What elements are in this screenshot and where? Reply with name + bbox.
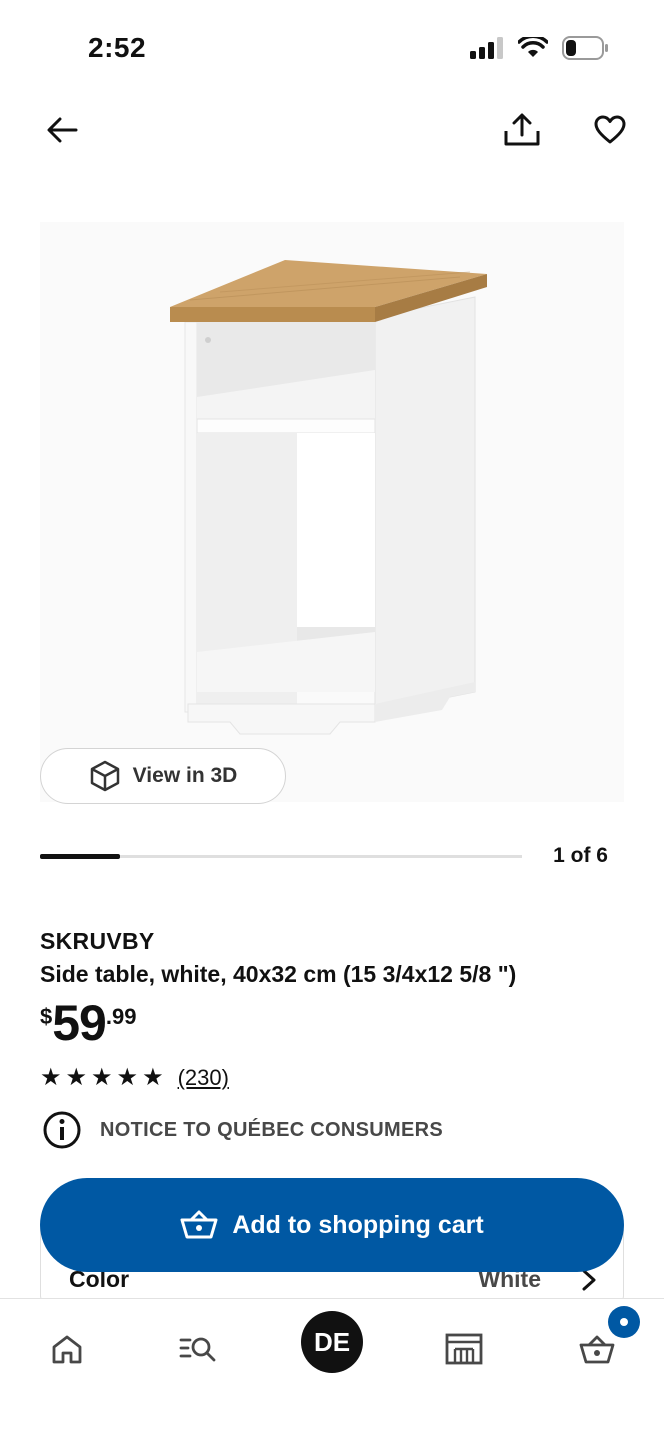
store-icon xyxy=(445,1333,483,1365)
star-icon: ★ xyxy=(65,1064,88,1091)
product-description: Side table, white, 40x32 cm (15 3/4x12 5… xyxy=(40,961,517,987)
product-rating[interactable]: ★ ★ ★ ★ ★ (230) xyxy=(40,1064,229,1092)
add-to-cart-label: Add to shopping cart xyxy=(232,1210,484,1239)
share-button[interactable] xyxy=(500,108,544,152)
basket-icon xyxy=(180,1210,218,1239)
status-icons xyxy=(470,36,608,60)
top-nav xyxy=(0,100,664,160)
quebec-notice-link[interactable]: NOTICE TO QUÉBEC CONSUMERS xyxy=(42,1110,443,1150)
bottom-nav: DE xyxy=(0,1298,664,1440)
cart-badge xyxy=(608,1306,640,1338)
rating-count-link[interactable]: (230) xyxy=(178,1065,229,1091)
price-currency: $ xyxy=(40,1004,53,1029)
chevron-right-icon xyxy=(582,1269,596,1291)
status-bar: 2:52 xyxy=(0,0,664,100)
search-list-icon xyxy=(179,1337,216,1362)
signal-icon xyxy=(470,37,503,59)
status-time: 2:52 xyxy=(88,32,147,63)
cart-icon xyxy=(579,1335,615,1364)
price-main: 59 xyxy=(52,995,107,1051)
carousel-progress xyxy=(40,854,121,859)
back-button[interactable] xyxy=(40,108,84,152)
heart-icon xyxy=(594,115,626,144)
product-image[interactable] xyxy=(40,222,624,802)
carousel-track xyxy=(40,854,522,859)
back-arrow-icon xyxy=(47,117,78,143)
nav-home[interactable] xyxy=(37,1319,97,1379)
image-carousel-indicator: 1 of 6 xyxy=(40,840,624,874)
nav-search[interactable] xyxy=(169,1319,229,1379)
star-icon: ★ xyxy=(40,1064,62,1091)
wifi-icon xyxy=(518,37,548,57)
battery-icon xyxy=(562,36,608,60)
side-table-illustration xyxy=(170,260,487,735)
star-icon: ★ xyxy=(116,1064,139,1091)
product-price: $ 59 .99 xyxy=(40,994,136,1052)
view-in-3d-button[interactable]: View in 3D xyxy=(40,748,286,804)
star-icon: ★ xyxy=(91,1064,113,1091)
star-icon: ★ xyxy=(142,1064,164,1091)
product-name: SKRUVBY xyxy=(40,928,155,954)
carousel-counter: 1 of 6 xyxy=(553,844,608,867)
nav-profile-avatar[interactable]: DE xyxy=(301,1311,363,1373)
view-in-3d-label: View in 3D xyxy=(132,764,238,787)
add-to-cart-button[interactable]: Add to shopping cart xyxy=(40,1178,624,1272)
nav-stores[interactable] xyxy=(434,1319,494,1379)
price-cents: .99 xyxy=(105,1004,137,1029)
info-icon xyxy=(43,1111,81,1149)
home-icon xyxy=(52,1335,82,1364)
cube-3d-icon xyxy=(90,760,119,792)
quebec-notice-label: NOTICE TO QUÉBEC CONSUMERS xyxy=(100,1118,444,1141)
share-icon xyxy=(504,113,540,146)
favorite-button[interactable] xyxy=(588,108,632,152)
